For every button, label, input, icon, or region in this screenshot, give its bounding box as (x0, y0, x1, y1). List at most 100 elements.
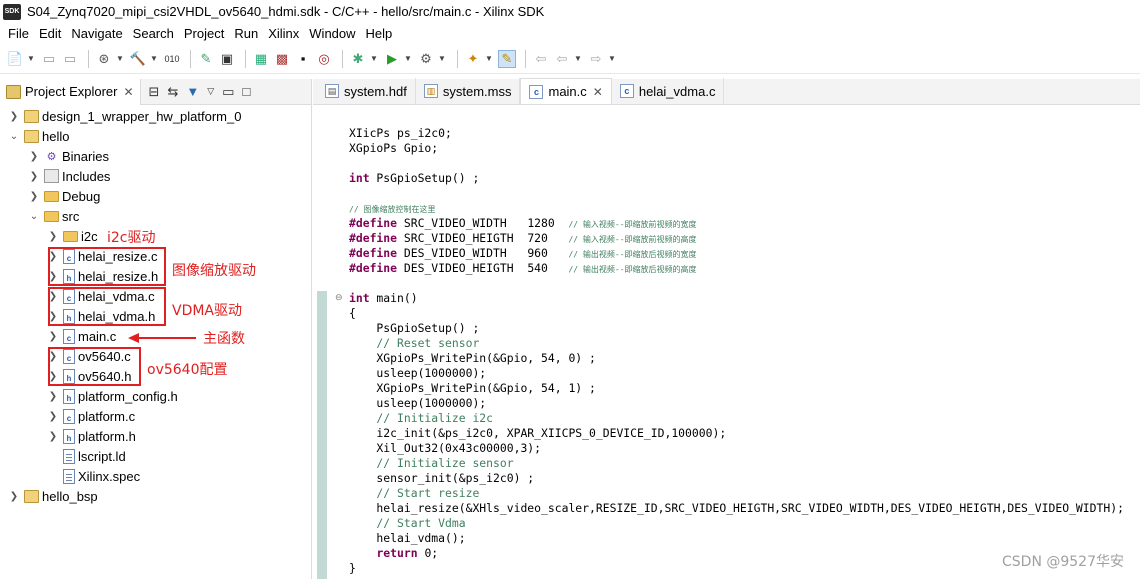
annotation-box-resize (48, 247, 166, 286)
close-icon[interactable]: ✕ (123, 85, 133, 99)
tab-main-c[interactable]: c main.c ✕ (520, 78, 612, 104)
menu-project[interactable]: Project (180, 26, 230, 41)
chevron-down-icon[interactable]: ⌄ (8, 131, 20, 142)
chevron-down-icon[interactable]: ▼ (116, 54, 124, 63)
tree-item-label: design_1_wrapper_hw_platform_0 (42, 108, 242, 124)
annotation-box-ov5640 (48, 347, 141, 386)
sdk-app-icon: SDK (3, 3, 21, 20)
chevron-down-icon[interactable]: ⌄ (28, 211, 40, 222)
code-line: #define SRC_VIDEO_WIDTH 1280 // 输入视频--即缩… (349, 216, 697, 230)
menu-navigate[interactable]: Navigate (67, 26, 128, 41)
filter-icon[interactable]: ▼ (186, 84, 199, 99)
external-tools-icon[interactable]: ⚙ (417, 50, 435, 68)
tree-item-main-c[interactable]: ❯ c main.c (47, 326, 116, 346)
code-line: XGpioPs_WritePin(&Gpio, 54, 1) ; (349, 381, 596, 395)
chevron-right-icon[interactable]: ❯ (47, 431, 59, 442)
tree-item-platform-c[interactable]: ❯ c platform.c (47, 406, 135, 426)
tab-system-mss[interactable]: ▥ system.mss (416, 78, 521, 104)
tab-helai-vdma-c[interactable]: c helai_vdma.c (612, 78, 725, 104)
tree-item-lscript[interactable]: lscript.ld (63, 446, 126, 466)
fold-icon[interactable]: ⊖ (335, 292, 343, 303)
menu-help[interactable]: Help (362, 26, 399, 41)
code-line: int PsGpioSetup() ; (349, 171, 480, 185)
tree-item-label: i2c (81, 228, 98, 244)
chevron-down-icon[interactable]: ▼ (608, 54, 616, 63)
tree-item-debug[interactable]: ❯ Debug (28, 186, 101, 206)
new-icon[interactable]: 📄 (6, 50, 24, 68)
close-icon[interactable]: ✕ (593, 85, 603, 99)
menu-xilinx[interactable]: Xilinx (264, 26, 305, 41)
project-explorer-icon (6, 84, 21, 99)
chevron-down-icon[interactable]: ▼ (370, 54, 378, 63)
last-edit-icon[interactable]: ⇦ (532, 50, 550, 68)
annotation-arrow (128, 333, 196, 343)
highlight-icon[interactable]: ✎ (498, 49, 516, 68)
debug-icon[interactable]: ✱ (349, 50, 367, 68)
tree-item-binaries[interactable]: ❯ ⚙ Binaries (28, 146, 109, 166)
binary-icon[interactable]: 010 (163, 50, 181, 68)
code-line: sensor_init(&ps_i2c0) ; (349, 471, 535, 485)
save-icon[interactable]: ▭ (40, 50, 58, 68)
menu-search[interactable]: Search (129, 26, 180, 41)
chevron-right-icon[interactable]: ❯ (28, 171, 40, 182)
back-icon[interactable]: ⇦ (553, 50, 571, 68)
xmd-icon[interactable]: ◎ (315, 50, 333, 68)
run-icon[interactable]: ▶ (383, 50, 401, 68)
project-icon (24, 129, 39, 143)
code-line: helai_resize(&XHls_video_scaler,RESIZE_I… (349, 501, 1124, 515)
minimize-icon[interactable]: ▭ (222, 84, 234, 100)
maximize-icon[interactable]: □ (242, 84, 250, 99)
toolbar-separator (245, 49, 246, 68)
tab-project-explorer[interactable]: Project Explorer ✕ (0, 78, 141, 105)
code-line: // Start Vdma (349, 516, 466, 530)
menu-edit[interactable]: Edit (35, 26, 67, 41)
chevron-down-icon[interactable]: ▼ (404, 54, 412, 63)
code-area[interactable]: ⊖ XIicPs ps_i2c0; XGpioPs Gpio; int PsGpio… (313, 106, 1140, 579)
link-icon[interactable]: ✦ (464, 50, 482, 68)
tree-item-design-wrapper[interactable]: ❯ design_1_wrapper_hw_platform_0 (8, 106, 242, 126)
hardware-icon[interactable]: ▦ (252, 50, 270, 68)
chevron-right-icon[interactable]: ❯ (47, 231, 59, 242)
menu-run[interactable]: Run (230, 26, 264, 41)
chevron-down-icon[interactable]: ▼ (27, 54, 35, 63)
collapse-all-icon[interactable]: ⊟ (149, 84, 160, 100)
tree-item-src[interactable]: ⌄ src (28, 206, 80, 226)
chevron-down-icon[interactable]: ▼ (574, 54, 582, 63)
forward-icon[interactable]: ⇨ (587, 50, 605, 68)
tree-item-hello[interactable]: ⌄ hello (8, 126, 70, 146)
tab-system-hdf[interactable]: ▤ system.hdf (317, 78, 416, 104)
tree-item-i2c[interactable]: ❯ i2c (47, 226, 98, 246)
chevron-right-icon[interactable]: ❯ (28, 151, 40, 162)
chevron-right-icon[interactable]: ❯ (28, 191, 40, 202)
chevron-down-icon[interactable]: ▼ (485, 54, 493, 63)
build-icon[interactable]: 🔨 (129, 50, 147, 68)
chevron-right-icon[interactable]: ❯ (47, 411, 59, 422)
chevron-right-icon[interactable]: ❯ (8, 491, 20, 502)
menu-file[interactable]: File (4, 26, 35, 41)
tree-item-includes[interactable]: ❯ Includes (28, 166, 111, 186)
bitstream-icon[interactable]: ▩ (273, 50, 291, 68)
console-icon[interactable]: ▪ (294, 50, 312, 68)
terminal-icon[interactable]: ▣ (218, 50, 236, 68)
code-line: PsGpioSetup() ; (349, 321, 480, 335)
chevron-right-icon[interactable]: ❯ (47, 331, 59, 342)
chevron-right-icon[interactable]: ❯ (8, 111, 20, 122)
annotation-i2c: i2c驱动 (107, 230, 156, 246)
tree-item-hello-bsp[interactable]: ❯ hello_bsp (8, 486, 98, 506)
tree-item-platform-config-h[interactable]: ❯ h platform_config.h (47, 386, 178, 406)
chevron-right-icon[interactable]: ❯ (47, 391, 59, 402)
chevron-down-icon[interactable]: ▼ (150, 54, 158, 63)
menu-window[interactable]: Window (305, 26, 361, 41)
tool-icon[interactable]: ✎ (197, 50, 215, 68)
view-menu-icon[interactable]: ▽ (207, 86, 214, 97)
chevron-down-icon[interactable]: ▼ (438, 54, 446, 63)
save-all-icon[interactable]: ▭ (61, 50, 79, 68)
tab-label: main.c (548, 84, 587, 99)
tree-item-xilinx-spec[interactable]: Xilinx.spec (63, 466, 140, 486)
program-fpga-icon[interactable]: ⊛ (95, 50, 113, 68)
annotation-main: 主函数 (203, 331, 245, 347)
tree-item-platform-h[interactable]: ❯ h platform.h (47, 426, 136, 446)
link-editor-icon[interactable]: ⇆ (167, 84, 178, 100)
annotation-box-vdma (48, 287, 166, 326)
c-file-icon: c (619, 84, 634, 98)
